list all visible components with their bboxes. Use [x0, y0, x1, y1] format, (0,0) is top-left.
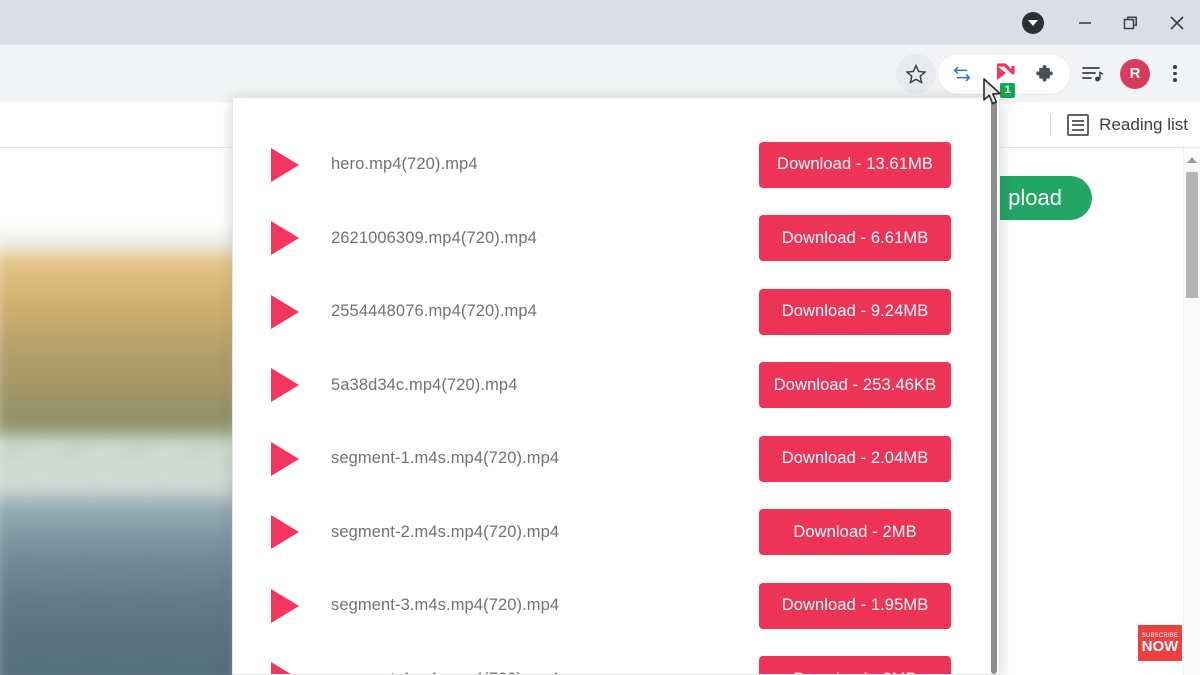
reading-list-label: Reading list	[1099, 115, 1188, 134]
tab-strip	[0, 0, 1200, 45]
download-row: 5a38d34c.mp4(720).mp4 Download - 253.46KB	[233, 349, 999, 423]
download-button[interactable]: Download - 6.61MB	[759, 215, 951, 262]
subscribe-now-badge[interactable]: SUBSCRIBE NOW	[1138, 625, 1182, 661]
play-icon[interactable]	[271, 294, 305, 329]
star-icon[interactable]	[896, 53, 936, 94]
browser-toolbar: 1 R	[0, 45, 1200, 102]
file-name-label: segment-2.m4s.mp4(720).mp4	[331, 522, 560, 541]
download-row: segment-3.m4s.mp4(720).mp4 Download - 1.9…	[233, 569, 999, 643]
download-button[interactable]: Download - 13.61MB	[759, 141, 951, 188]
download-button[interactable]: Download - 253.46KB	[759, 362, 951, 409]
play-icon[interactable]	[271, 588, 305, 623]
download-row: 2621006309.mp4(720).mp4 Download - 6.61MB	[233, 202, 999, 276]
toolbar-divider	[1050, 114, 1052, 136]
play-icon[interactable]	[271, 221, 305, 256]
page-scrollbar[interactable]	[1183, 148, 1200, 675]
close-button[interactable]	[1154, 0, 1200, 45]
file-name-label: 5a38d34c.mp4(720).mp4	[331, 375, 518, 394]
reading-list-button[interactable]: Reading list	[1050, 102, 1188, 148]
window-controls	[1022, 0, 1200, 45]
file-name-label: 2621006309.mp4(720).mp4	[331, 228, 537, 247]
background-hero-image	[0, 231, 289, 675]
restore-button[interactable]	[1108, 0, 1154, 45]
video-downloader-icon[interactable]: 1	[984, 54, 1024, 98]
play-icon[interactable]	[271, 368, 305, 403]
download-button[interactable]: Download - 2.04MB	[759, 435, 951, 482]
toolbar-actions: 1 R	[896, 45, 1192, 102]
extension-badge-count: 1	[1000, 82, 1015, 98]
file-name-label: 2554448076.mp4(720).mp4	[331, 302, 537, 321]
translate-arrows-icon[interactable]	[942, 54, 982, 94]
download-button[interactable]: Download - 1.95MB	[759, 582, 951, 629]
popup-scrollbar-thumb[interactable]	[991, 100, 997, 674]
reading-list-icon[interactable]	[1072, 54, 1112, 94]
video-downloader-popup: hero.mp4(720).mp4 Download - 13.61MB 26210…	[232, 97, 1000, 675]
file-name-label: segment-1.m4s.mp4(720).mp4	[331, 449, 560, 468]
download-button[interactable]: Download - 2MB	[759, 509, 951, 556]
reading-list-glyph-icon	[1067, 114, 1090, 136]
play-icon[interactable]	[271, 662, 305, 674]
file-name-label: segment-3.m4s.mp4(720).mp4	[331, 596, 560, 615]
avatar[interactable]: R	[1120, 58, 1150, 89]
scroll-up-arrow-icon[interactable]	[1184, 152, 1200, 168]
download-list: hero.mp4(720).mp4 Download - 13.61MB 26210…	[233, 98, 999, 674]
play-icon[interactable]	[271, 441, 305, 476]
file-name-label: hero.mp4(720).mp4	[331, 155, 478, 174]
file-name-label: segment-4.m4s.mp4(720).mp4	[331, 670, 759, 674]
play-icon[interactable]	[271, 515, 305, 550]
minimize-button[interactable]	[1062, 0, 1108, 45]
popup-scrollbar[interactable]	[991, 100, 997, 674]
browser-window: 1 R Reading list pload SUBSCRIBE NOW her…	[0, 0, 1200, 675]
page-scrollbar-thumb[interactable]	[1186, 172, 1198, 298]
download-row: 2554448076.mp4(720).mp4 Download - 9.24MB	[233, 275, 999, 349]
download-button[interactable]: Download - 9.24MB	[759, 288, 951, 335]
download-row: segment-2.m4s.mp4(720).mp4 Download - 2MB	[233, 496, 999, 570]
download-indicator-icon[interactable]	[1022, 11, 1044, 34]
download-row: segment-1.m4s.mp4(720).mp4 Download - 2.0…	[233, 422, 999, 496]
download-row: segment-4.m4s.mp4(720).mp4Download - 2MB	[233, 643, 999, 674]
download-row: hero.mp4(720).mp4 Download - 13.61MB	[233, 128, 999, 202]
download-button[interactable]: Download - 2MB	[759, 656, 951, 674]
three-dot-menu-icon[interactable]	[1158, 54, 1192, 94]
play-icon[interactable]	[271, 147, 305, 182]
extensions-pill: 1	[938, 53, 1070, 98]
puzzle-piece-icon[interactable]	[1026, 54, 1066, 94]
subscribe-badge-bottom-label: NOW	[1141, 637, 1179, 655]
